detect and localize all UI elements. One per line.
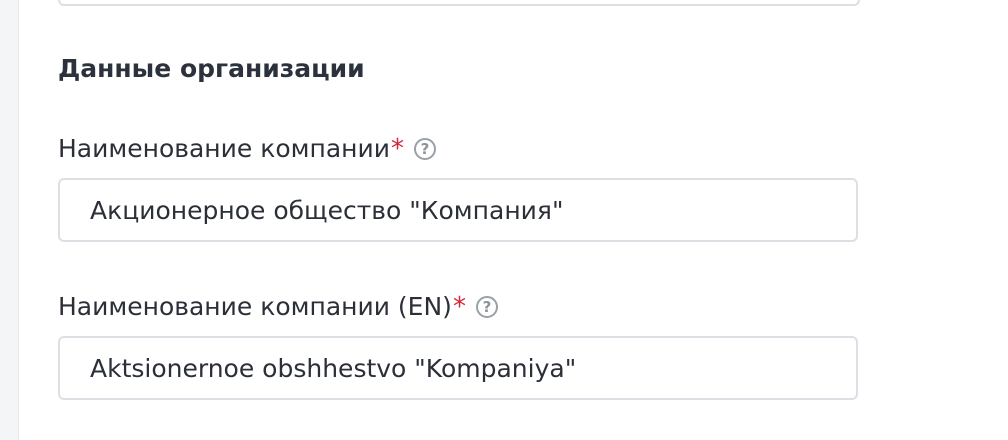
company-name-label: Наименование компании * ? [58,132,436,166]
help-icon[interactable]: ? [475,296,498,318]
company-name-en-label: Наименование компании (EN) * ? [58,290,498,324]
required-asterisk: * [390,134,404,164]
left-rail [0,0,19,440]
required-asterisk: * [452,292,466,322]
help-icon[interactable]: ? [413,138,436,160]
company-name-label-text: Наименование компании [58,134,390,163]
previous-field-input[interactable] [58,0,860,6]
company-name-input[interactable] [58,178,858,242]
company-name-en-label-text: Наименование компании (EN) [58,292,452,321]
section-title: Данные организации [58,54,365,83]
company-name-en-input[interactable] [58,336,858,400]
